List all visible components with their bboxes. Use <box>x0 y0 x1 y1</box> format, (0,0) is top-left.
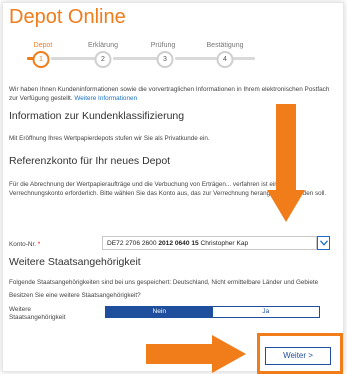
page-title: Depot Online <box>9 6 126 28</box>
text-staatsangehoerigkeit: Folgende Staatsangehörigkeiten sind bei … <box>9 279 319 286</box>
weiter-button[interactable]: Weiter > <box>265 347 331 365</box>
step-label-erklaerung: Erklärung <box>88 42 118 49</box>
konto-select[interactable]: DE72 2706 2600 2012 0640 15 Christopher … <box>102 236 317 250</box>
step-circle-3: 3 <box>156 51 174 68</box>
intro-body: Wir haben Ihnen Kundeninformationen sowi… <box>9 86 330 102</box>
step-circle-4: 4 <box>216 51 234 68</box>
option-ja[interactable]: Ja <box>212 307 319 317</box>
heading-referenzkonto: Referenzkonto für Ihr neues Depot <box>9 155 171 167</box>
step-circle-2: 2 <box>94 51 112 68</box>
step-label-bestaetigung: Bestätigung <box>206 42 244 49</box>
konto-dropdown-button[interactable] <box>317 236 330 250</box>
konto-bold: 2012 0640 15 <box>158 240 199 247</box>
intro-text: Wir haben Ihnen Kundeninformationen sowi… <box>9 86 331 103</box>
option-nein[interactable]: Nein <box>106 307 213 317</box>
step-label-depot: Depot <box>33 42 53 49</box>
step-line-5 <box>233 57 255 60</box>
step-circle-1: 1 <box>32 51 50 68</box>
konto-label: Konto-Nr. * <box>9 241 40 248</box>
step-line-3 <box>113 57 159 60</box>
heading-kundenklassifizierung: Information zur Kundenklassifizierung <box>9 110 185 122</box>
staat-field-label-1: Weitere <box>9 306 31 313</box>
staat-toggle: Nein Ja <box>105 306 320 318</box>
question-staatsangehoerigkeit: Besitzen Sie eine weitere Staatsangehöri… <box>9 292 141 299</box>
chevron-down-icon <box>320 240 328 246</box>
konto-name: Christopher Kap <box>200 240 249 247</box>
step-line-4 <box>175 57 217 60</box>
staat-field-label: Weitere Staatsangehörigkeit <box>9 306 66 321</box>
konto-prefix: DE72 2706 2600 <box>107 240 157 247</box>
heading-staatsangehoerigkeit: Weitere Staatsangehörigkeit <box>9 256 141 268</box>
weitere-informationen-link[interactable]: Weitere Informationen <box>74 95 137 102</box>
step-label-pruefung: Prüfung <box>150 42 176 49</box>
required-marker: * <box>37 241 41 248</box>
konto-label-text: Konto-Nr. <box>9 241 36 248</box>
staat-field-label-2: Staatsangehörigkeit <box>9 313 66 321</box>
arrow-down-icon <box>267 104 305 222</box>
progress-steps: Depot Erklärung Prüfung Bestätigung 1 2 … <box>0 38 347 68</box>
step-line-2 <box>51 57 96 60</box>
arrow-right-icon <box>146 335 246 373</box>
depot-online-card: Depot Online Depot Erklärung Prüfung Bes… <box>0 0 347 374</box>
